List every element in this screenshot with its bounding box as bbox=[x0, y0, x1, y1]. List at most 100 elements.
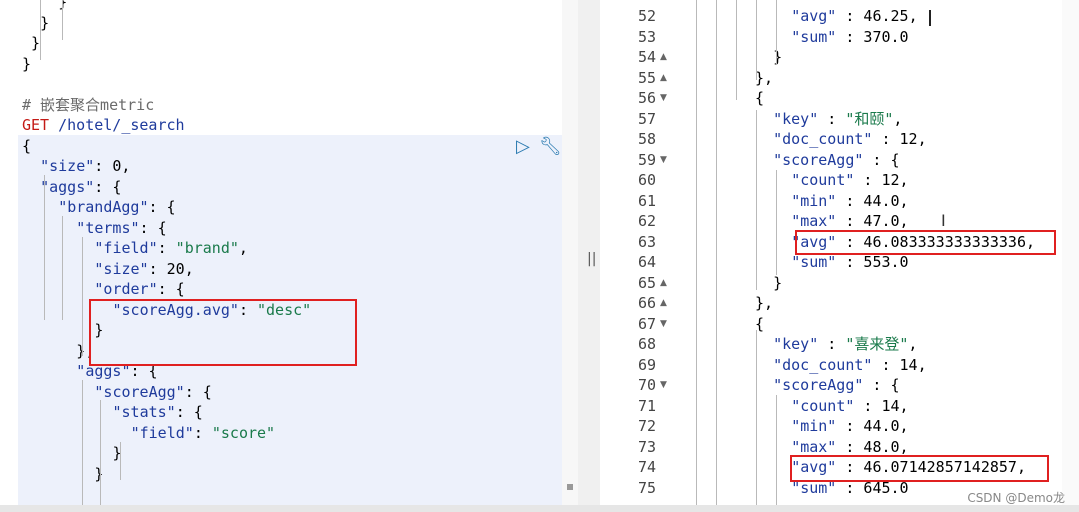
indent-guide bbox=[776, 0, 777, 65]
indent-guide bbox=[716, 0, 717, 505]
response-line: "key" : "喜来登", bbox=[773, 335, 918, 353]
response-line: "min" : 44.0, bbox=[791, 417, 909, 435]
response-line: "doc_count" : 12, bbox=[773, 130, 927, 148]
request-line[interactable]: "scoreAgg": { bbox=[94, 382, 211, 403]
response-line: "scoreAgg" : { bbox=[773, 150, 900, 169]
request-line[interactable]: } bbox=[22, 54, 31, 75]
request-line[interactable]: } bbox=[31, 33, 40, 54]
fold-collapse-icon[interactable]: ▼ bbox=[660, 93, 667, 103]
line-number: 68 bbox=[637, 335, 656, 353]
request-line[interactable]: "stats": { bbox=[113, 402, 203, 423]
fold-expand-icon[interactable]: ▲ bbox=[660, 73, 667, 83]
fold-collapse-icon[interactable]: ▼ bbox=[660, 155, 667, 165]
request-line[interactable]: # 嵌套聚合metric bbox=[22, 95, 154, 116]
response-line: "avg" : 46.25, bbox=[791, 7, 918, 25]
response-line: "min" : 44.0, bbox=[791, 191, 909, 210]
indent-guide bbox=[756, 330, 757, 505]
line-number: 64 bbox=[637, 253, 656, 271]
request-line[interactable]: { bbox=[22, 136, 31, 157]
text-cursor bbox=[929, 10, 931, 26]
line-number: 75 bbox=[637, 478, 656, 497]
request-line[interactable]: "field": "brand", bbox=[94, 238, 248, 259]
request-line[interactable]: "size": 0, bbox=[40, 156, 130, 177]
line-number: 52 bbox=[637, 7, 656, 25]
response-line: "doc_count" : 14, bbox=[773, 355, 927, 374]
indent-guide bbox=[44, 175, 45, 320]
indent-guide bbox=[62, 216, 63, 320]
indent-guide bbox=[100, 400, 101, 505]
indent-guide bbox=[62, 0, 63, 40]
indent-guide bbox=[756, 110, 757, 290]
request-line[interactable]: } bbox=[40, 13, 49, 34]
request-pane-scrollbar[interactable] bbox=[562, 0, 578, 512]
response-line: "max" : 47.0, bbox=[791, 212, 909, 230]
fold-expand-icon[interactable]: ▲ bbox=[660, 278, 667, 288]
line-number: 58 bbox=[637, 130, 656, 148]
response-line: } bbox=[773, 48, 783, 66]
response-pane-scrollbar[interactable] bbox=[1062, 0, 1079, 505]
response-line: } bbox=[773, 273, 783, 292]
line-number: 66 bbox=[637, 294, 656, 312]
order-highlight-box bbox=[89, 299, 357, 366]
fold-collapse-icon[interactable]: ▼ bbox=[660, 380, 667, 390]
indent-guide bbox=[120, 442, 121, 480]
indent-guide bbox=[736, 0, 737, 100]
request-line[interactable]: GET /hotel/_search bbox=[22, 115, 185, 136]
response-line: }, bbox=[755, 68, 774, 87]
indent-guide bbox=[82, 237, 83, 356]
line-number: 55 bbox=[637, 68, 656, 87]
line-number: 73 bbox=[637, 437, 656, 456]
line-number: 57 bbox=[637, 109, 656, 128]
response-line: "sum" : 553.0 bbox=[791, 253, 909, 271]
response-viewer-pane[interactable]: 52 "avg" : 46.25, 53 "sum" : 370.0 54 ▲} 55 ▲},… bbox=[600, 0, 1079, 512]
request-line[interactable]: } bbox=[94, 464, 103, 485]
fold-collapse-icon[interactable]: ▼ bbox=[660, 319, 667, 329]
line-number: 69 bbox=[637, 355, 656, 374]
line-number: 53 bbox=[637, 27, 656, 46]
request-line[interactable]: "terms": { bbox=[76, 218, 166, 239]
line-number: 60 bbox=[637, 171, 656, 189]
indent-guide bbox=[40, 0, 41, 60]
line-number: 67 bbox=[637, 314, 656, 333]
avg-highlight-box-2 bbox=[790, 455, 1049, 482]
line-number: 72 bbox=[637, 417, 656, 435]
watermark: CSDN @Demo龙 bbox=[967, 491, 1065, 505]
bottom-edge bbox=[0, 505, 1079, 512]
fold-expand-icon[interactable]: ▲ bbox=[660, 52, 667, 62]
line-number: 56 bbox=[637, 89, 656, 107]
scrollbar-corner[interactable] bbox=[567, 484, 573, 490]
response-line: "scoreAgg" : { bbox=[773, 376, 900, 394]
line-number: 65 bbox=[637, 273, 656, 292]
indent-guide bbox=[82, 380, 83, 505]
request-line[interactable]: "field": "score" bbox=[131, 423, 276, 444]
indent-guide bbox=[696, 0, 697, 505]
play-icon[interactable]: ▷ bbox=[516, 136, 530, 157]
response-line: "count" : 14, bbox=[791, 396, 909, 415]
indent-guide bbox=[756, 0, 757, 80]
line-number: 74 bbox=[637, 458, 656, 476]
avg-highlight-box-1 bbox=[795, 230, 1056, 255]
response-line: }, bbox=[755, 294, 774, 312]
indent-guide bbox=[776, 395, 777, 505]
indent-guide bbox=[776, 170, 777, 275]
line-number: 62 bbox=[637, 212, 656, 230]
wrench-icon[interactable]: 🔧︎ bbox=[539, 136, 562, 157]
resize-handle-icon[interactable]: || bbox=[587, 251, 596, 267]
response-line: { bbox=[755, 89, 765, 107]
response-line: "sum" : 370.0 bbox=[791, 27, 909, 46]
ibeam-cursor-icon: I bbox=[941, 211, 946, 230]
request-editor-pane[interactable]: }}}} # 嵌套聚合metric GET /hotel/_search{ "size… bbox=[0, 0, 562, 512]
line-number: 71 bbox=[637, 396, 656, 415]
line-number: 61 bbox=[637, 191, 656, 210]
response-line: "max" : 48.0, bbox=[791, 437, 909, 456]
request-line[interactable]: "brandAgg": { bbox=[58, 197, 175, 218]
fold-expand-icon[interactable]: ▲ bbox=[660, 298, 667, 308]
request-line[interactable]: "aggs": { bbox=[40, 177, 121, 198]
line-number: 70 bbox=[637, 376, 656, 394]
line-number: 63 bbox=[637, 232, 656, 251]
line-number: 54 bbox=[637, 48, 656, 66]
response-line: "count" : 12, bbox=[791, 171, 909, 189]
line-number: 59 bbox=[637, 150, 656, 169]
request-line[interactable]: "order": { bbox=[94, 279, 184, 300]
request-line[interactable]: "size": 20, bbox=[94, 259, 193, 280]
